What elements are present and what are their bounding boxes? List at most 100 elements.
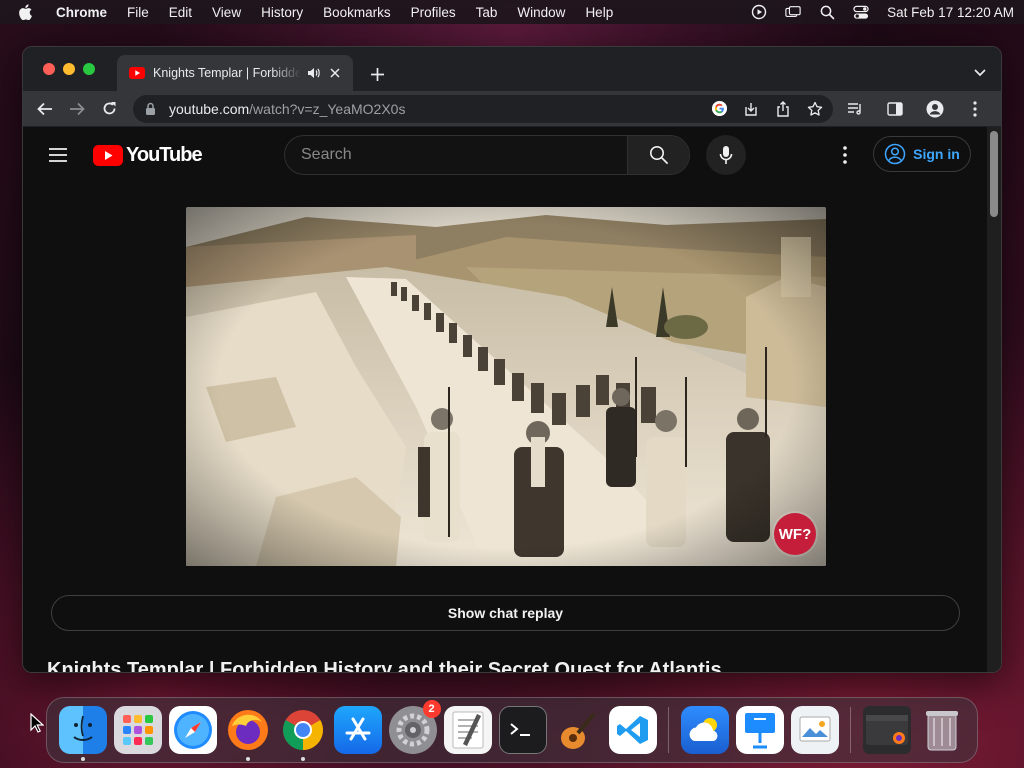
sign-in-button[interactable]: Sign in [873, 136, 971, 172]
dock-chrome[interactable] [279, 706, 327, 761]
video-title: Knights Templar | Forbidden History and … [47, 659, 722, 672]
menu-view[interactable]: View [212, 5, 241, 20]
window-thumbnail-icon [865, 715, 908, 745]
dock-keynote[interactable] [735, 706, 784, 754]
speaker-icon[interactable] [307, 66, 321, 80]
dock-weather[interactable] [680, 706, 729, 754]
menu-edit[interactable]: Edit [169, 5, 192, 20]
share-icon[interactable] [773, 99, 793, 119]
url-host: youtube.com [169, 100, 250, 117]
site-info-lock-icon[interactable] [145, 102, 159, 116]
menu-bar-status: Sat Feb 17 12:20 AM [751, 4, 1014, 20]
url-path: /watch?v=z_YeaMO2X0s [249, 100, 406, 117]
settings-more-icon[interactable] [831, 141, 859, 169]
menu-profiles[interactable]: Profiles [411, 5, 456, 20]
voice-search-button[interactable] [706, 135, 746, 175]
dock-app-store[interactable] [333, 706, 382, 754]
youtube-logo[interactable]: YouTube [93, 144, 203, 167]
youtube-header: YouTube Search Sign in [23, 127, 989, 183]
install-app-icon[interactable] [741, 99, 761, 119]
dock-trash[interactable] [918, 706, 966, 754]
scrollbar-thumb[interactable] [990, 131, 998, 217]
tab-strip: Knights Templar | Forbidden History and … [23, 47, 1001, 91]
app-store-icon [345, 717, 370, 741]
mouse-pointer-icon [30, 713, 44, 733]
window-controls [43, 63, 95, 75]
finder-icon [72, 715, 93, 741]
forward-button[interactable] [63, 95, 91, 123]
youtube-search-button[interactable] [627, 136, 689, 174]
video-player[interactable]: WF? [186, 207, 826, 566]
youtube-page: YouTube Search Sign in WF? Show chat rep… [23, 127, 1001, 672]
guide-menu-icon[interactable] [43, 141, 73, 169]
close-window-button[interactable] [43, 63, 55, 75]
trash-icon [925, 711, 958, 751]
reading-list-icon[interactable] [841, 95, 869, 123]
dock-finder[interactable] [58, 706, 107, 761]
back-button[interactable] [31, 95, 59, 123]
running-indicator [245, 757, 250, 761]
menu-help[interactable]: Help [585, 5, 613, 20]
new-tab-button[interactable] [367, 64, 387, 84]
dock-preview[interactable] [790, 706, 839, 754]
youtube-logo-text: YouTube [126, 144, 203, 166]
search-icon [649, 146, 668, 165]
spotlight-search-icon[interactable] [819, 4, 835, 20]
menu-bookmarks[interactable]: Bookmarks [323, 5, 391, 20]
dock-separator [850, 707, 851, 753]
running-indicator [80, 757, 85, 761]
notification-badge: 2 [422, 700, 441, 718]
control-center-icon[interactable] [853, 4, 869, 20]
close-tab-icon[interactable] [327, 65, 343, 81]
youtube-search-box: Search [284, 135, 690, 175]
tab-title: Knights Templar | Forbidden History and … [153, 66, 301, 80]
running-indicator [300, 757, 305, 761]
dock-recent-window[interactable] [862, 706, 911, 754]
chrome-menu-icon[interactable] [961, 95, 989, 123]
chrome-window: Knights Templar | Forbidden History and … [22, 46, 1002, 673]
reload-button[interactable] [95, 95, 123, 123]
dock-textedit[interactable] [443, 706, 492, 754]
guitar-icon [560, 712, 596, 749]
menu-bar-clock[interactable]: Sat Feb 17 12:20 AM [887, 5, 1014, 20]
minimize-window-button[interactable] [63, 63, 75, 75]
menu-window[interactable]: Window [517, 5, 565, 20]
fullscreen-window-button[interactable] [83, 63, 95, 75]
firefox-icon [227, 710, 268, 750]
dock-garageband[interactable] [554, 706, 602, 754]
address-bar[interactable]: youtube.com/watch?v=z_YeaMO2X0s [133, 94, 833, 123]
weather-cloud-icon [689, 718, 717, 741]
menu-bar: Chrome File Edit View History Bookmarks … [0, 0, 1024, 24]
dock-safari[interactable] [168, 706, 217, 754]
profile-avatar-icon[interactable] [921, 95, 949, 123]
dock-system-settings[interactable]: 2 [388, 700, 441, 754]
channel-watermark-badge[interactable]: WF? [774, 513, 816, 555]
menu-app-name[interactable]: Chrome [56, 5, 107, 20]
tab-youtube-video[interactable]: Knights Templar | Forbidden History and … [117, 55, 353, 91]
menu-history[interactable]: History [261, 5, 303, 20]
dock: 2 [46, 697, 978, 763]
dock-launchpad[interactable] [113, 706, 162, 754]
dock-terminal[interactable] [498, 706, 547, 754]
dock-separator [668, 707, 669, 753]
menu-tab[interactable]: Tab [476, 5, 498, 20]
page-scrollbar[interactable] [987, 127, 1001, 672]
google-lens-icon[interactable] [709, 99, 729, 119]
account-circle-icon [884, 143, 906, 165]
play-circle-icon[interactable] [751, 4, 767, 20]
terminal-prompt-icon [509, 723, 530, 736]
dock-vscode[interactable] [608, 706, 657, 754]
video-frame-image [186, 207, 826, 566]
youtube-search-input[interactable]: Search [285, 136, 627, 174]
vscode-icon [616, 716, 648, 744]
dock-firefox[interactable] [224, 706, 272, 761]
tab-search-chevron-icon[interactable] [971, 64, 989, 82]
side-panel-icon[interactable] [881, 95, 909, 123]
screen-mirroring-icon[interactable] [785, 4, 801, 20]
menu-file[interactable]: File [127, 5, 149, 20]
apple-menu-icon[interactable] [18, 4, 34, 20]
show-chat-replay-button[interactable]: Show chat replay [51, 595, 960, 631]
bookmark-star-icon[interactable] [805, 99, 825, 119]
chrome-icon [282, 710, 323, 750]
youtube-favicon-icon [129, 67, 145, 79]
